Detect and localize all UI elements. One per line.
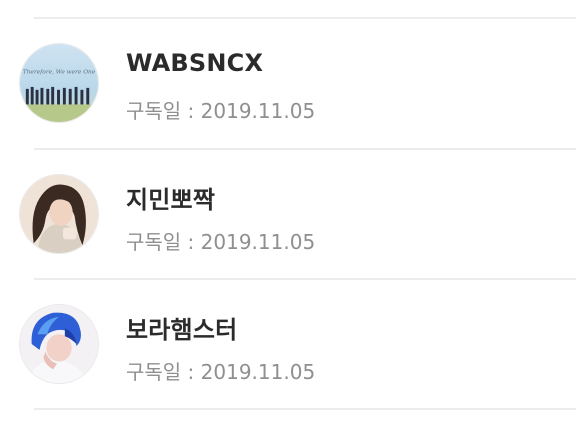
divider (34, 408, 576, 410)
subscriber-row[interactable]: 보라햄스터 구독일 : 2019.11.05 (0, 280, 576, 410)
subscriber-row[interactable]: Therefore, We were One WABSNCX 구독일 : 201… (0, 19, 576, 149)
avatar-caption: Therefore, We were One (23, 69, 96, 75)
subscribe-date: 구독일 : 2019.11.05 (126, 226, 315, 255)
subscribe-date-label: 구독일 : (126, 360, 201, 384)
blue-hair-portrait-avatar[interactable] (19, 304, 99, 384)
subscribe-date: 구독일 : 2019.11.05 (126, 95, 315, 124)
subscribe-date-value: 2019.11.05 (200, 360, 316, 384)
subscribe-date: 구독일 : 2019.11.05 (126, 356, 315, 385)
subscriber-name[interactable]: 보라햄스터 (126, 310, 237, 345)
subscriber-row[interactable]: 지민뽀짝 구독일 : 2019.11.05 (0, 150, 576, 280)
subscriber-list: Therefore, We were One WABSNCX 구독일 : 201… (0, 0, 576, 432)
subscribe-date-label: 구독일 : (126, 99, 201, 123)
portrait-avatar[interactable] (19, 174, 99, 254)
subscribe-date-value: 2019.11.05 (200, 99, 316, 123)
subscribe-date-value: 2019.11.05 (200, 230, 316, 254)
group-photo-avatar[interactable]: Therefore, We were One (19, 43, 99, 123)
subscriber-name[interactable]: 지민뽀짝 (126, 180, 215, 215)
subscriber-name[interactable]: WABSNCX (126, 49, 263, 77)
subscribe-date-label: 구독일 : (126, 230, 201, 254)
